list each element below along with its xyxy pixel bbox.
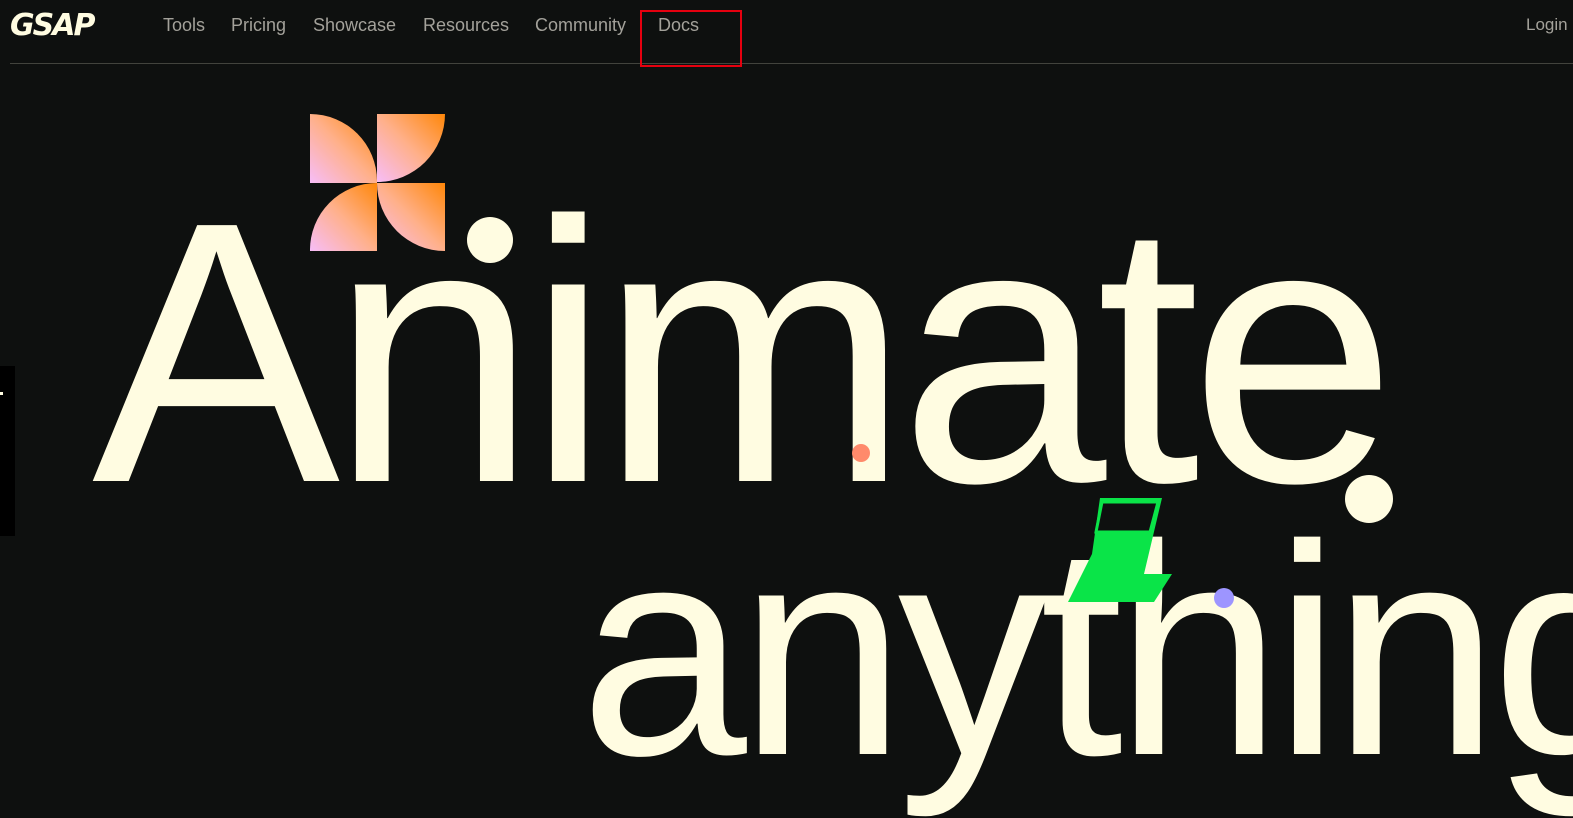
- nav-community[interactable]: Community: [535, 14, 626, 36]
- i-dot-circle: [467, 217, 513, 263]
- nav-divider: [10, 63, 1573, 64]
- gsap-logo[interactable]: GSAP: [10, 8, 95, 44]
- big-dot-circle: [1345, 475, 1393, 523]
- hero-word-animate: Animate: [92, 144, 1397, 560]
- pinwheel-icon: [310, 114, 445, 251]
- docs-highlight-box: [640, 10, 742, 67]
- peach-dot: [852, 444, 870, 462]
- top-nav: GSAP Tools Pricing Showcase Resources Co…: [0, 0, 1573, 64]
- nav-resources[interactable]: Resources: [423, 14, 509, 36]
- nav-tools[interactable]: Tools: [163, 14, 205, 36]
- lightning-bolt-icon: [1068, 498, 1172, 602]
- nav-pricing[interactable]: Pricing: [231, 14, 286, 36]
- purple-dot: [1214, 588, 1234, 608]
- nav-showcase[interactable]: Showcase: [313, 14, 396, 36]
- side-tab-marker: [0, 392, 3, 395]
- login-link[interactable]: Login: [1526, 14, 1568, 36]
